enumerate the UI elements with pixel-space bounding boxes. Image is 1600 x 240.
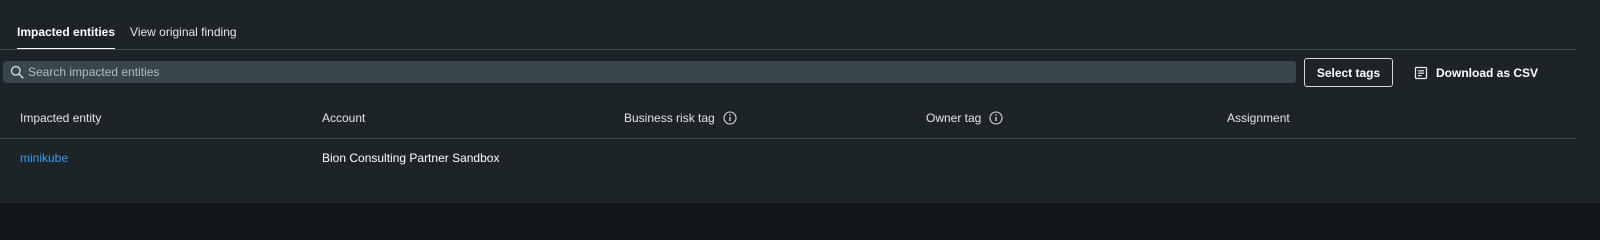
- search-bar[interactable]: [3, 61, 1296, 83]
- column-header-label: Impacted entity: [20, 111, 102, 125]
- tab-impacted-entities[interactable]: Impacted entities: [17, 22, 116, 50]
- column-header-label: Assignment: [1227, 111, 1290, 125]
- column-header-label: Business risk tag: [624, 111, 715, 125]
- column-header-owner-tag[interactable]: Owner tag: [926, 104, 1003, 132]
- impacted-entities-panel: Impacted entities View original finding …: [0, 0, 1600, 203]
- column-header-business-risk-tag[interactable]: Business risk tag: [624, 104, 737, 132]
- column-header-assignment[interactable]: Assignment: [1227, 104, 1290, 132]
- bottom-strip: [0, 203, 1600, 212]
- search-icon: [10, 65, 24, 79]
- entity-link[interactable]: minikube: [20, 146, 68, 170]
- column-header-account[interactable]: Account: [322, 104, 365, 132]
- info-icon[interactable]: [723, 111, 737, 125]
- download-csv-label: Download as CSV: [1436, 66, 1539, 80]
- search-input[interactable]: [28, 65, 1296, 79]
- select-tags-button[interactable]: Select tags: [1304, 58, 1393, 87]
- table-row: minikube Bion Consulting Partner Sandbox: [0, 146, 1576, 170]
- column-header-label: Owner tag: [926, 111, 982, 125]
- header-divider: [0, 138, 1576, 139]
- column-header-impacted-entity[interactable]: Impacted entity: [20, 104, 101, 132]
- tabs-divider: [0, 49, 1576, 50]
- download-list-icon: [1414, 66, 1428, 80]
- account-cell: Bion Consulting Partner Sandbox: [322, 151, 500, 165]
- column-header-label: Account: [322, 111, 366, 125]
- download-csv-button[interactable]: Download as CSV: [1414, 64, 1538, 82]
- tab-bar: Impacted entities View original finding: [17, 22, 252, 50]
- tab-view-original-finding[interactable]: View original finding: [130, 22, 237, 50]
- table-header: Impacted entity Account Business risk ta…: [0, 104, 1576, 132]
- info-icon[interactable]: [989, 111, 1003, 125]
